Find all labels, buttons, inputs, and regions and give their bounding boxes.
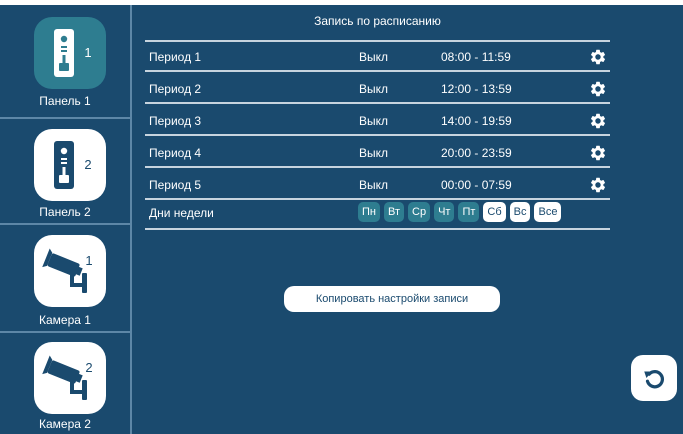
period-name: Период 2 bbox=[149, 82, 202, 96]
period-name: Период 3 bbox=[149, 114, 202, 128]
back-arrow-icon bbox=[644, 370, 664, 389]
sidebar-badge: 2 bbox=[85, 360, 92, 375]
sidebar-item-label: Панель 2 bbox=[39, 205, 91, 219]
sidebar-item-camera-2[interactable]: 2 Камера 2 bbox=[0, 333, 130, 434]
copy-settings-button[interactable]: Копировать настройки записи bbox=[284, 286, 500, 312]
row-divider bbox=[145, 198, 610, 200]
security-camera-icon: 2 bbox=[34, 342, 106, 414]
period-name: Период 4 bbox=[149, 146, 202, 160]
security-camera-icon: 1 bbox=[34, 235, 106, 307]
period-name: Период 5 bbox=[149, 178, 202, 192]
gear-icon[interactable] bbox=[589, 144, 607, 162]
weekday-selector: Пн Вт Ср Чт Пт Сб Вс Все bbox=[358, 202, 562, 224]
row-divider bbox=[145, 166, 610, 168]
sidebar-item-label: Камера 1 bbox=[39, 313, 91, 327]
weekdays-label: Дни недели bbox=[149, 206, 214, 220]
row-divider bbox=[145, 70, 610, 72]
schedule-row-period-2[interactable]: Период 2 Выкл 12:00 - 13:59 bbox=[145, 74, 610, 104]
period-state: Выкл bbox=[359, 146, 389, 160]
period-time: 14:00 - 19:59 bbox=[441, 114, 512, 128]
period-state: Выкл bbox=[359, 114, 389, 128]
day-fri-button[interactable]: Пт bbox=[458, 202, 480, 222]
gear-icon[interactable] bbox=[589, 112, 607, 130]
period-time: 00:00 - 07:59 bbox=[441, 178, 512, 192]
sidebar-item-panel-2[interactable]: 2 Панель 2 bbox=[0, 119, 130, 223]
row-divider bbox=[145, 134, 610, 136]
day-sun-button[interactable]: Вс bbox=[509, 202, 531, 222]
row-divider bbox=[145, 102, 610, 104]
period-state: Выкл bbox=[359, 50, 389, 64]
gear-icon[interactable] bbox=[589, 176, 607, 194]
sidebar-badge: 2 bbox=[84, 157, 91, 172]
doorbell-panel-icon: 1 bbox=[34, 17, 106, 89]
schedule-row-period-5[interactable]: Период 5 Выкл 00:00 - 07:59 bbox=[145, 170, 610, 200]
device-sidebar: 1 Панель 1 2 Панель 2 1 Камера 1 2 Камер… bbox=[0, 5, 132, 434]
gear-icon[interactable] bbox=[589, 80, 607, 98]
gear-icon[interactable] bbox=[589, 48, 607, 66]
day-sat-button[interactable]: Сб bbox=[483, 202, 506, 222]
day-tue-button[interactable]: Вт bbox=[383, 202, 404, 222]
sidebar-item-camera-1[interactable]: 1 Камера 1 bbox=[0, 225, 130, 331]
weekdays-divider bbox=[145, 228, 610, 230]
sidebar-item-panel-1[interactable]: 1 Панель 1 bbox=[0, 5, 130, 117]
sidebar-badge: 1 bbox=[85, 253, 92, 268]
schedule-row-period-3[interactable]: Период 3 Выкл 14:00 - 19:59 bbox=[145, 106, 610, 136]
period-state: Выкл bbox=[359, 178, 389, 192]
doorbell-panel-icon: 2 bbox=[34, 129, 106, 201]
day-mon-button[interactable]: Пн bbox=[358, 202, 380, 222]
schedule-row-period-1[interactable]: Период 1 Выкл 08:00 - 11:59 bbox=[145, 42, 610, 72]
period-state: Выкл bbox=[359, 82, 389, 96]
day-all-button[interactable]: Все bbox=[534, 202, 562, 222]
page-title: Запись по расписанию bbox=[314, 14, 441, 28]
schedule-row-period-4[interactable]: Период 4 Выкл 20:00 - 23:59 bbox=[145, 138, 610, 168]
sidebar-item-label: Панель 1 bbox=[39, 94, 91, 108]
sidebar-badge: 1 bbox=[84, 45, 91, 60]
day-thu-button[interactable]: Чт bbox=[434, 202, 455, 222]
period-name: Период 1 bbox=[149, 50, 202, 64]
sidebar-item-label: Камера 2 bbox=[39, 417, 91, 431]
day-wed-button[interactable]: Ср bbox=[408, 202, 431, 222]
period-time: 08:00 - 11:59 bbox=[441, 50, 511, 64]
period-time: 20:00 - 23:59 bbox=[441, 146, 512, 160]
period-time: 12:00 - 13:59 bbox=[441, 82, 512, 96]
back-button[interactable] bbox=[631, 355, 677, 401]
